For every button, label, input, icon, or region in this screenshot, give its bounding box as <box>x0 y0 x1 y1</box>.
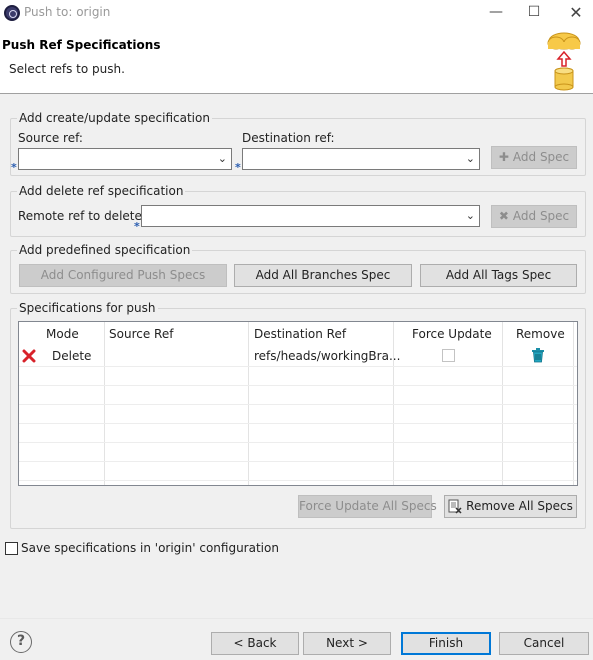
chevron-down-icon: ⌄ <box>465 152 475 165</box>
column-header-force-update[interactable]: Force Update <box>412 327 492 341</box>
delete-add-spec-button[interactable]: ✖ Add Spec <box>491 205 577 228</box>
cancel-button[interactable]: Cancel <box>499 632 589 655</box>
specifications-table[interactable]: Mode Source Ref Destination Ref Force Up… <box>18 321 578 486</box>
source-ref-combo[interactable]: ⌄ <box>18 148 232 170</box>
row-divider <box>19 442 577 443</box>
row-destination-ref: refs/heads/workingBra... <box>254 349 401 363</box>
required-marker: * <box>235 161 241 174</box>
column-header-destination-ref[interactable]: Destination Ref <box>254 327 346 341</box>
page-title: Push Ref Specifications <box>2 38 161 52</box>
row-divider <box>19 404 577 405</box>
row-divider <box>19 480 577 481</box>
minimize-button[interactable]: — <box>476 0 516 26</box>
row-divider <box>19 385 577 386</box>
window-titlebar: Push to: origin — ☐ ✕ <box>0 0 593 26</box>
predefined-legend: Add predefined specification <box>17 243 193 257</box>
row-mode: Delete <box>52 349 92 363</box>
save-config-checkbox[interactable] <box>5 542 18 555</box>
remote-ref-combo[interactable]: ⌄ <box>141 205 480 227</box>
chevron-down-icon: ⌄ <box>217 152 227 165</box>
chevron-down-icon: ⌄ <box>465 209 475 222</box>
remove-all-specs-button[interactable]: Remove All Specs <box>444 495 577 518</box>
destination-ref-combo[interactable]: ⌄ <box>242 148 480 170</box>
create-update-legend: Add create/update specification <box>17 111 212 125</box>
delete-mode-icon <box>22 349 36 363</box>
column-header-remove[interactable]: Remove <box>516 327 565 341</box>
add-spec-label: Add Spec <box>512 150 570 164</box>
specifications-legend: Specifications for push <box>17 301 158 315</box>
required-marker: * <box>11 161 17 174</box>
remove-all-specs-label: Remove All Specs <box>466 499 573 513</box>
finish-button[interactable]: Finish <box>401 632 491 655</box>
delete-add-spec-label: Add Spec <box>512 209 570 223</box>
add-all-branches-spec-button[interactable]: Add All Branches Spec <box>234 264 412 287</box>
push-cloud-icon <box>547 32 581 91</box>
add-icon: ✚ <box>498 150 509 164</box>
remove-all-icon <box>448 499 462 514</box>
maximize-button[interactable]: ☐ <box>514 0 554 26</box>
delete-x-icon: ✖ <box>498 209 509 223</box>
row-force-update-checkbox[interactable] <box>442 349 455 362</box>
add-configured-push-specs-button[interactable]: Add Configured Push Specs <box>19 264 227 287</box>
save-config-label[interactable]: Save specifications in 'origin' configur… <box>21 541 279 555</box>
source-ref-label: Source ref: <box>18 131 83 145</box>
required-marker: * <box>134 220 140 233</box>
destination-ref-label: Destination ref: <box>242 131 335 145</box>
delete-ref-legend: Add delete ref specification <box>17 184 186 198</box>
eclipse-app-icon <box>4 5 20 21</box>
row-divider <box>19 366 577 367</box>
close-button[interactable]: ✕ <box>556 0 593 26</box>
help-icon[interactable]: ? <box>10 631 32 653</box>
add-all-tags-spec-button[interactable]: Add All Tags Spec <box>420 264 577 287</box>
table-header: Mode Source Ref Destination Ref Force Up… <box>19 322 577 346</box>
add-spec-button[interactable]: ✚ Add Spec <box>491 146 577 169</box>
trash-icon[interactable] <box>531 348 545 363</box>
column-header-source-ref[interactable]: Source Ref <box>109 327 173 341</box>
wizard-banner: Push Ref Specifications Select refs to p… <box>0 26 593 94</box>
next-button[interactable]: Next > <box>303 632 391 655</box>
row-divider <box>19 461 577 462</box>
footer-separator <box>0 618 593 619</box>
force-update-all-specs-button[interactable]: Force Update All Specs <box>298 495 437 518</box>
window-title: Push to: origin <box>24 5 111 19</box>
back-button[interactable]: < Back <box>211 632 299 655</box>
row-divider <box>19 423 577 424</box>
page-subtitle: Select refs to push. <box>9 62 125 76</box>
column-header-mode[interactable]: Mode <box>46 327 79 341</box>
remote-ref-label: Remote ref to delete: <box>18 209 146 223</box>
